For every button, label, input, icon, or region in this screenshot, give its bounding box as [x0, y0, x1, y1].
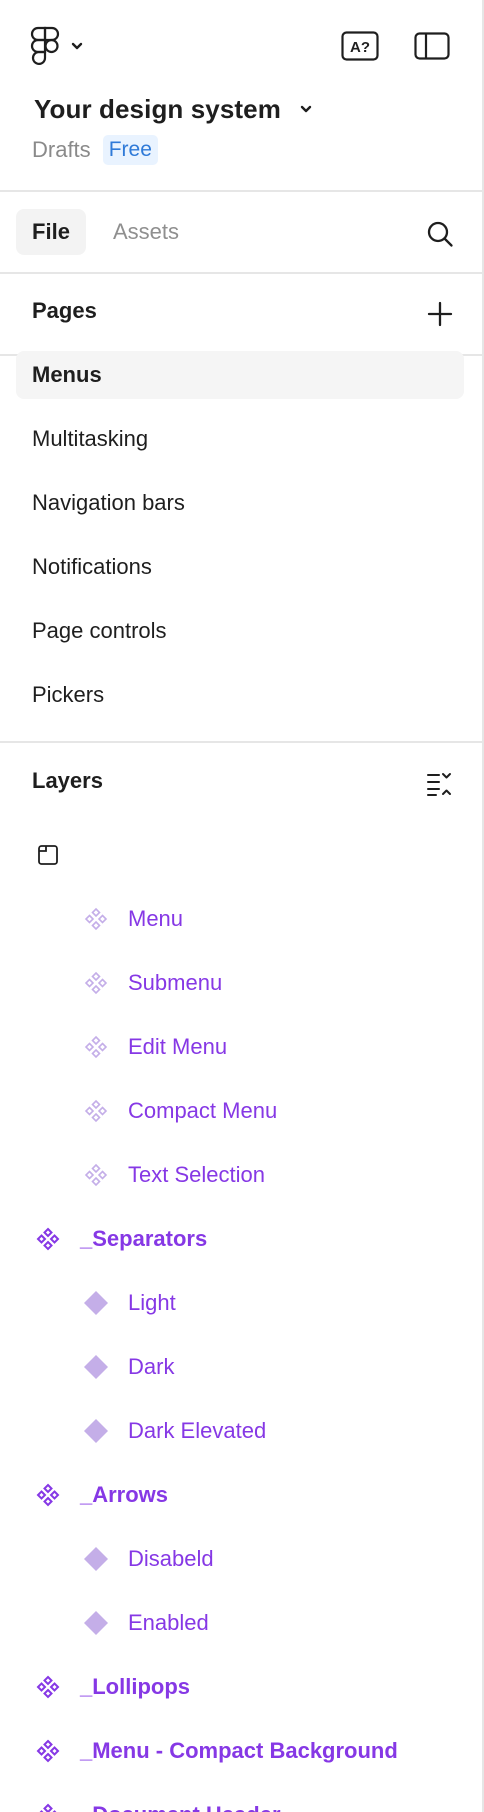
plan-badge: Free [102, 135, 158, 165]
section-icon [34, 841, 62, 869]
drafts-link[interactable]: Drafts [32, 137, 91, 163]
collapse-list-icon [426, 771, 454, 797]
figma-logo-icon [30, 26, 60, 66]
page-item[interactable]: Notifications [16, 543, 464, 591]
layer-label: Menu [128, 906, 184, 931]
divider [0, 190, 482, 192]
component-icon [82, 1353, 110, 1381]
sidebar-panel-icon [414, 32, 450, 60]
layer-row[interactable]: _Lollipops [0, 1663, 482, 1711]
tab-file[interactable]: File [16, 209, 86, 255]
component-set-icon [34, 1737, 62, 1765]
layers-header: Layers [0, 744, 482, 822]
component-set-icon [34, 1481, 62, 1509]
layer-label: _Menu - Compact Background [80, 1738, 398, 1763]
ai-text-icon: A? [341, 31, 379, 61]
layer-row[interactable]: Compact Menu [0, 1087, 482, 1135]
page-item[interactable]: Pickers [16, 671, 464, 719]
file-title: Your design system [34, 93, 281, 124]
layer-label: _Arrows [80, 1482, 169, 1507]
divider [0, 741, 482, 743]
layer-label: Disabeld [128, 1546, 214, 1571]
page-item-label: Pickers [32, 682, 105, 707]
layer-row[interactable]: Submenu [0, 959, 482, 1007]
layer-label: Light [128, 1290, 176, 1315]
instance-icon [82, 969, 110, 997]
page-item-label: Multitasking [32, 426, 149, 451]
file-meta: Drafts Free [32, 134, 158, 166]
layer-row[interactable]: Text Selection [0, 1151, 482, 1199]
layer-label: Text Selection [128, 1162, 265, 1187]
layer-label: _Lollipops [80, 1674, 190, 1699]
pages-header: Pages [0, 274, 482, 352]
tab-assets[interactable]: Assets [100, 209, 192, 255]
layer-row[interactable]: Disabeld [0, 1535, 482, 1583]
search-icon [426, 220, 454, 248]
layer-label: Enabled [128, 1610, 209, 1635]
plus-icon [427, 301, 453, 327]
layer-label: _Document Header [80, 1802, 281, 1812]
instance-icon [82, 1033, 110, 1061]
layer-row[interactable]: Dark Elevated [0, 1407, 482, 1455]
page-item[interactable]: Page controls [16, 607, 464, 655]
layer-label: Dark [128, 1354, 175, 1379]
component-icon [82, 1609, 110, 1637]
file-name-menu[interactable]: Your design system [34, 92, 313, 126]
layer-row[interactable]: Dark [0, 1343, 482, 1391]
ai-tools-button[interactable]: A? [338, 26, 382, 66]
add-page-button[interactable] [420, 294, 460, 334]
component-set-icon [34, 1673, 62, 1701]
layer-row[interactable]: Light [0, 1279, 482, 1327]
page-item-label: Navigation bars [32, 490, 185, 515]
panel-tabs: File Assets [0, 193, 482, 271]
layer-row[interactable]: _Menu - Compact Background [0, 1727, 482, 1775]
component-icon [82, 1545, 110, 1573]
search-button[interactable] [418, 212, 462, 256]
component-set-icon [34, 1801, 62, 1812]
instance-icon [82, 1161, 110, 1189]
layer-row[interactable]: Edit Menu [0, 1023, 482, 1071]
page-item-label: Menus [32, 362, 102, 387]
collapse-layers-button[interactable] [420, 764, 460, 804]
component-set-icon [34, 1225, 62, 1253]
layers-title: Layers [32, 768, 103, 793]
page-item[interactable]: Navigation bars [16, 479, 464, 527]
layer-row[interactable]: _Arrows [0, 1471, 482, 1519]
page-item-label: Page controls [32, 618, 167, 643]
component-icon [82, 1289, 110, 1317]
page-item-label: Notifications [32, 554, 152, 579]
main-menu-button[interactable] [30, 26, 94, 66]
layer-label: _Separators [80, 1226, 208, 1251]
page-item[interactable]: Multitasking [16, 415, 464, 463]
layer-row[interactable]: Enabled [0, 1599, 482, 1647]
svg-text:A?: A? [350, 39, 370, 56]
layer-label: Compact Menu [128, 1098, 278, 1123]
toggle-sidebar-button[interactable] [410, 26, 454, 66]
instance-icon [82, 905, 110, 933]
layer-row[interactable]: _Document Header [0, 1791, 482, 1812]
layer-label: Edit Menu [128, 1034, 228, 1059]
instance-icon [82, 1097, 110, 1125]
page-item[interactable]: Menus [16, 351, 464, 399]
layer-label: Submenu [128, 970, 223, 995]
layer-row[interactable]: _Separators [0, 1215, 482, 1263]
chevron-down-icon [70, 41, 84, 51]
layer-row[interactable] [0, 831, 482, 879]
pages-title: Pages [32, 298, 97, 323]
layer-label: Dark Elevated [128, 1418, 267, 1443]
layer-row[interactable]: Menu [0, 895, 482, 943]
chevron-down-icon [299, 104, 313, 114]
component-icon [82, 1417, 110, 1445]
left-sidebar-panel: A? Your design system Drafts Free File A… [0, 0, 484, 1812]
